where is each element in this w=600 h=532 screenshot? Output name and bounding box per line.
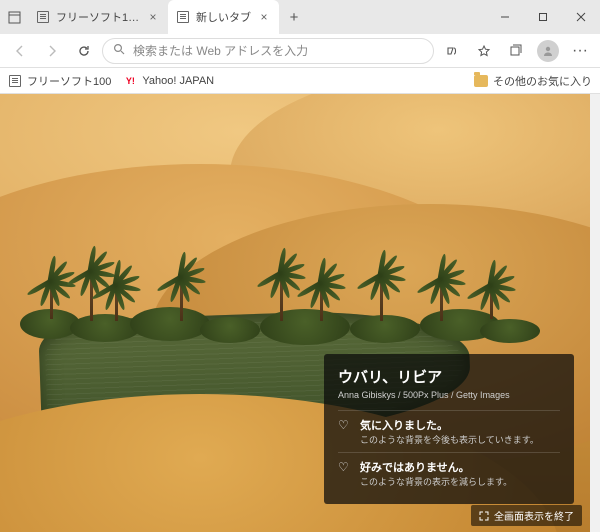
profile-button[interactable] — [534, 37, 562, 65]
other-favorites-folder[interactable]: その他のお気に入り — [474, 73, 592, 89]
address-bar[interactable]: 検索または Web アドレスを入力 — [102, 38, 434, 64]
folder-icon — [474, 75, 488, 87]
favorite-yahoo-japan[interactable]: Y! Yahoo! JAPAN — [123, 74, 214, 88]
maximize-button[interactable] — [524, 0, 562, 34]
dislike-button[interactable]: ♡ 好みではありません。 このような背景の表示を減らします。 — [338, 452, 560, 494]
page-icon — [176, 10, 190, 24]
favorite-freesoft100[interactable]: フリーソフト100 — [8, 73, 111, 89]
titlebar: フリーソフト100 × 新しいタブ × + — [0, 0, 600, 34]
like-button[interactable]: ♡ 気に入りました。 このような背景を今後も表示していきます。 — [338, 410, 560, 452]
exit-fullscreen-label: 全画面表示を終了 — [494, 508, 574, 523]
tab-actions-button[interactable] — [0, 0, 28, 34]
collections-button[interactable] — [502, 37, 530, 65]
dislike-sub: このような背景の表示を減らします。 — [360, 475, 512, 488]
favorite-label: フリーソフト100 — [27, 73, 111, 89]
address-placeholder: 検索または Web アドレスを入力 — [133, 42, 308, 59]
toolbar: 検索または Web アドレスを入力 ··· — [0, 34, 600, 68]
like-sub: このような背景を今後も表示していきます。 — [360, 433, 539, 446]
read-aloud-button[interactable] — [438, 37, 466, 65]
background-title: ウバリ、リビア — [338, 366, 560, 387]
favorites-bar: フリーソフト100 Y! Yahoo! JAPAN その他のお気に入り — [0, 68, 600, 94]
dislike-heading: 好みではありません。 — [360, 459, 512, 475]
new-tab-button[interactable]: + — [279, 0, 309, 34]
like-heading: 気に入りました。 — [360, 417, 539, 433]
new-tab-content: ウバリ、リビア Anna Gibiskys / 500Px Plus / Get… — [0, 94, 600, 532]
yahoo-icon: Y! — [123, 74, 137, 88]
favorite-label: Yahoo! JAPAN — [142, 75, 214, 87]
tab-label: 新しいタブ — [196, 9, 251, 25]
heart-outline-icon: ♡ — [338, 460, 352, 488]
refresh-button[interactable] — [70, 37, 98, 65]
tab-newtab[interactable]: 新しいタブ × — [168, 0, 279, 34]
tab-label: フリーソフト100 — [56, 9, 140, 25]
close-icon[interactable]: × — [146, 10, 160, 24]
tab-freesoft100[interactable]: フリーソフト100 × — [28, 0, 168, 34]
avatar-icon — [537, 40, 559, 62]
back-button[interactable] — [6, 37, 34, 65]
search-icon — [113, 43, 125, 58]
menu-button[interactable]: ··· — [566, 37, 594, 65]
background-credit: Anna Gibiskys / 500Px Plus / Getty Image… — [338, 390, 560, 400]
scrollbar[interactable] — [590, 94, 600, 532]
forward-button[interactable] — [38, 37, 66, 65]
page-icon — [8, 74, 22, 88]
close-icon[interactable]: × — [257, 10, 271, 24]
page-icon — [36, 10, 50, 24]
close-window-button[interactable] — [562, 0, 600, 34]
exit-fullscreen-button[interactable]: 全画面表示を終了 — [471, 505, 582, 526]
collapse-icon — [479, 511, 489, 521]
favorites-button[interactable] — [470, 37, 498, 65]
heart-outline-icon: ♡ — [338, 418, 352, 446]
minimize-button[interactable] — [486, 0, 524, 34]
background-info-card: ウバリ、リビア Anna Gibiskys / 500Px Plus / Get… — [324, 354, 574, 504]
other-favorites-label: その他のお気に入り — [493, 73, 592, 89]
